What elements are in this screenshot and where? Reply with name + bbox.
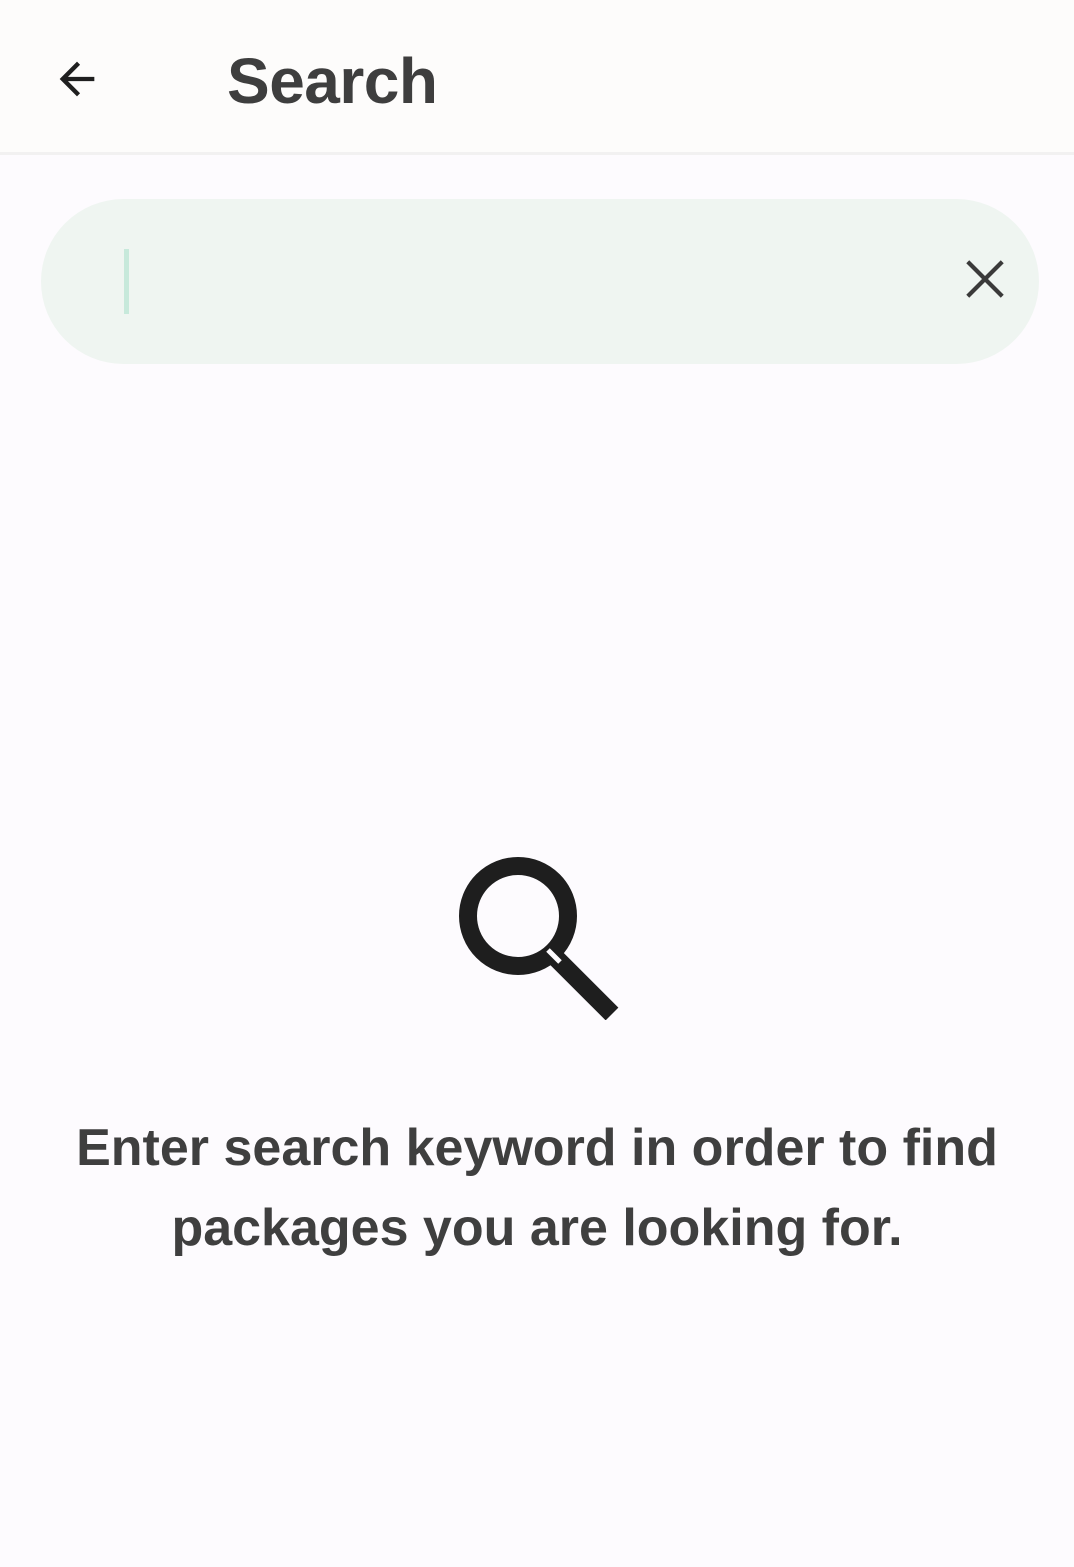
text-cursor [124,249,129,314]
back-button[interactable] [34,38,120,124]
top-app-bar: Search [0,0,1074,155]
page-title: Search [227,45,438,117]
close-icon [962,256,1008,307]
search-input[interactable] [123,229,923,334]
search-bar[interactable] [41,199,1039,364]
arrow-back-icon [51,53,103,110]
clear-search-button[interactable] [937,233,1033,329]
search-screen: Search Enter search keyword in order to … [0,0,1074,1567]
empty-state-message: Enter search keyword in order to find pa… [76,1119,998,1257]
search-icon [452,850,622,1021]
